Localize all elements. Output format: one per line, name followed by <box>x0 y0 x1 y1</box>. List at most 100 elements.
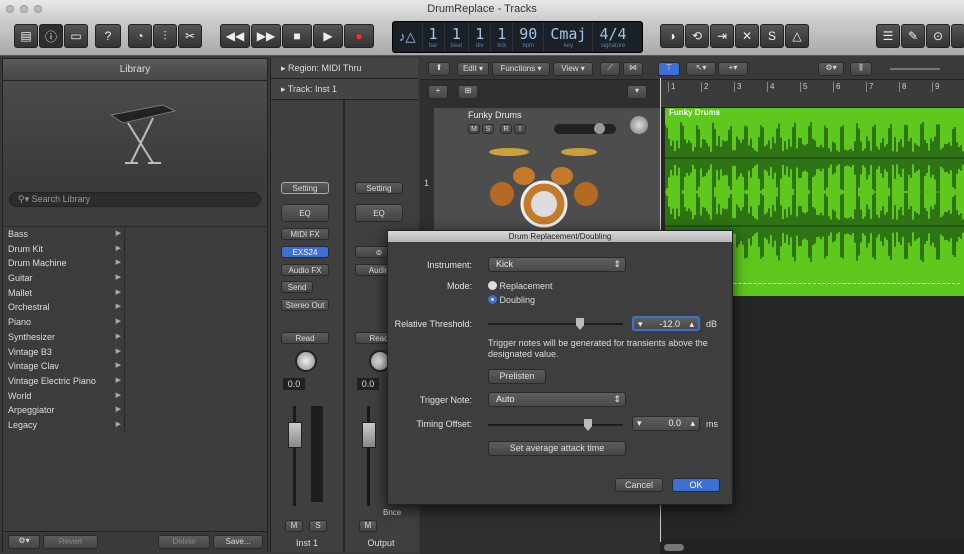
library-item[interactable]: Mallet ▶ <box>3 286 125 301</box>
editors-button[interactable]: ✂ <box>178 24 202 48</box>
revert-button[interactable]: Revert <box>43 535 98 549</box>
automation-icon[interactable]: ⟋ <box>600 62 620 76</box>
library-item[interactable]: Piano ▶ <box>3 315 125 330</box>
library-button[interactable]: ▤ <box>14 24 38 48</box>
snap-gear-menu[interactable]: ⚙▾ <box>818 62 844 76</box>
library-item[interactable]: Drum Kit ▶ <box>3 242 125 257</box>
eq-button[interactable]: EQ <box>281 204 329 222</box>
output-button[interactable]: Stereo Out <box>281 299 329 311</box>
mode-doubling-radio[interactable]: Doubling <box>488 295 535 305</box>
trigger-note-popup[interactable]: Auto ⇕ <box>488 392 626 407</box>
record-button[interactable]: ● <box>344 24 374 48</box>
eq-button[interactable]: EQ <box>355 204 403 222</box>
tuner-button[interactable]: ◑ <box>660 24 684 48</box>
mode-replacement-radio[interactable]: Replacement <box>488 281 553 291</box>
close-window-button[interactable] <box>6 5 14 13</box>
setting-button[interactable]: Setting <box>355 182 403 194</box>
search-input[interactable]: ⚲▾ Search Library <box>9 192 261 207</box>
save-button[interactable]: Save... <box>213 535 263 549</box>
up-arrow-button[interactable]: ⬆ <box>428 62 450 76</box>
secondary-tool-menu[interactable]: +▾ <box>718 62 748 76</box>
midi-fx-button[interactable]: MIDI FX <box>281 228 329 240</box>
zoom-window-button[interactable] <box>34 5 42 13</box>
threshold-slider[interactable] <box>488 323 623 325</box>
cycle-button[interactable]: ⟲ <box>685 24 709 48</box>
track-inspector-header[interactable]: ▸ Track: Inst 1 <box>271 79 418 100</box>
library-item[interactable]: Vintage Electric Piano ▶ <box>3 374 125 389</box>
instrument-popup[interactable]: Kick ⇕ <box>488 257 626 272</box>
list-editors-button[interactable]: ☰ <box>876 24 900 48</box>
instrument-slot[interactable]: EXS24 <box>281 246 329 258</box>
ok-button[interactable]: OK <box>672 478 720 492</box>
ruler[interactable]: 123456789 <box>660 80 964 108</box>
pointer-tool-menu[interactable]: ↖▾ <box>686 62 716 76</box>
edit-menu[interactable]: Edit ▾ <box>457 62 489 76</box>
solo-button[interactable]: S <box>309 520 327 532</box>
catch-playhead-button[interactable]: ⊤ <box>658 62 680 76</box>
threshold-field[interactable]: ▾ -12.0 ▴ <box>632 316 700 331</box>
send-button[interactable]: Send <box>281 281 313 293</box>
bounce-button[interactable]: Bnce <box>383 508 401 517</box>
library-item[interactable]: Orchestral ▶ <box>3 300 125 315</box>
track-pan-knob[interactable] <box>630 116 648 134</box>
mute-button[interactable]: M <box>285 520 303 532</box>
functions-menu[interactable]: Functions ▾ <box>492 62 550 76</box>
timing-offset-field[interactable]: ▾ 0.0 ▴ <box>632 416 700 431</box>
library-item[interactable]: Guitar ▶ <box>3 271 125 286</box>
replace-button[interactable]: ⇥ <box>710 24 734 48</box>
volume-fader[interactable] <box>362 422 376 448</box>
flex-icon[interactable]: ⋈ <box>623 62 643 76</box>
folder-button[interactable]: ⊞ <box>458 85 478 99</box>
mixer-button[interactable]: ⫶ <box>153 24 177 48</box>
timing-offset-slider[interactable] <box>488 424 623 426</box>
library-item[interactable]: Vintage B3 ▶ <box>3 345 125 360</box>
view-menu[interactable]: View ▾ <box>553 62 593 76</box>
add-track-button[interactable]: + <box>428 85 448 99</box>
gear-menu-button[interactable]: ⚙▾ <box>8 535 40 549</box>
track-mute-button[interactable]: M <box>468 124 480 134</box>
setting-button[interactable]: Setting <box>281 182 329 194</box>
metronome-button[interactable]: △ <box>785 24 809 48</box>
library-item[interactable]: Synthesizer ▶ <box>3 330 125 345</box>
library-item[interactable]: Arpeggiator ▶ <box>3 403 125 418</box>
volume-fader[interactable] <box>288 422 302 448</box>
cancel-button[interactable]: Cancel <box>615 478 663 492</box>
stop-button[interactable]: ■ <box>282 24 312 48</box>
signature-value[interactable]: 4/4 <box>599 25 626 43</box>
smart-controls-button[interactable]: ◔ <box>128 24 152 48</box>
track-solo-button[interactable]: S <box>482 124 494 134</box>
rewind-button[interactable]: ◀◀ <box>220 24 250 48</box>
mute-button[interactable]: M <box>359 520 377 532</box>
waveform-zoom-button[interactable]: ⫼ <box>850 62 872 76</box>
browser-button[interactable] <box>951 24 964 48</box>
library-item[interactable]: Drum Machine ▶ <box>3 256 125 271</box>
audio-fx-button[interactable]: Audio FX <box>281 264 329 276</box>
library-item[interactable]: World ▶ <box>3 389 125 404</box>
minimize-window-button[interactable] <box>20 5 28 13</box>
vertical-zoom-slider[interactable] <box>890 68 940 70</box>
metronome-icon[interactable]: ♪△ <box>393 22 423 52</box>
track-input-monitor-button[interactable]: I <box>514 124 526 134</box>
track-record-button[interactable]: R <box>500 124 512 134</box>
library-item[interactable]: Bass ▶ <box>3 227 125 242</box>
bpm-value[interactable]: 90 <box>519 25 537 43</box>
forward-button[interactable]: ▶▶ <box>251 24 281 48</box>
count-in-button[interactable]: S <box>760 24 784 48</box>
lcd-display[interactable]: ♪△ 1 bar 1 beat 1 div 1 tick 90 bpm Cmaj key 4… <box>392 21 643 53</box>
horizontal-scrollbar[interactable] <box>660 542 964 554</box>
track-volume-slider[interactable] <box>554 124 616 134</box>
region-inspector-header[interactable]: ▸ Region: MIDI Thru <box>271 58 418 79</box>
inspector-button[interactable]: ⓘ <box>39 24 63 48</box>
help-button[interactable]: ? <box>95 24 121 48</box>
library-item[interactable]: Legacy ▶ <box>3 418 125 433</box>
automation-mode[interactable]: Read <box>281 332 329 344</box>
set-average-attack-button[interactable]: Set average attack time <box>488 441 626 456</box>
notepad-button[interactable]: ✎ <box>901 24 925 48</box>
loop-browser-button[interactable]: ⊙ <box>926 24 950 48</box>
play-button[interactable]: ▶ <box>313 24 343 48</box>
library-item[interactable]: Vintage Clav ▶ <box>3 359 125 374</box>
track-name[interactable]: Funky Drums <box>468 110 522 120</box>
prelisten-button[interactable]: Prelisten <box>488 369 546 384</box>
delete-button[interactable]: Delete <box>158 535 210 549</box>
toolbar-toggle-button[interactable]: ▭ <box>64 24 88 48</box>
